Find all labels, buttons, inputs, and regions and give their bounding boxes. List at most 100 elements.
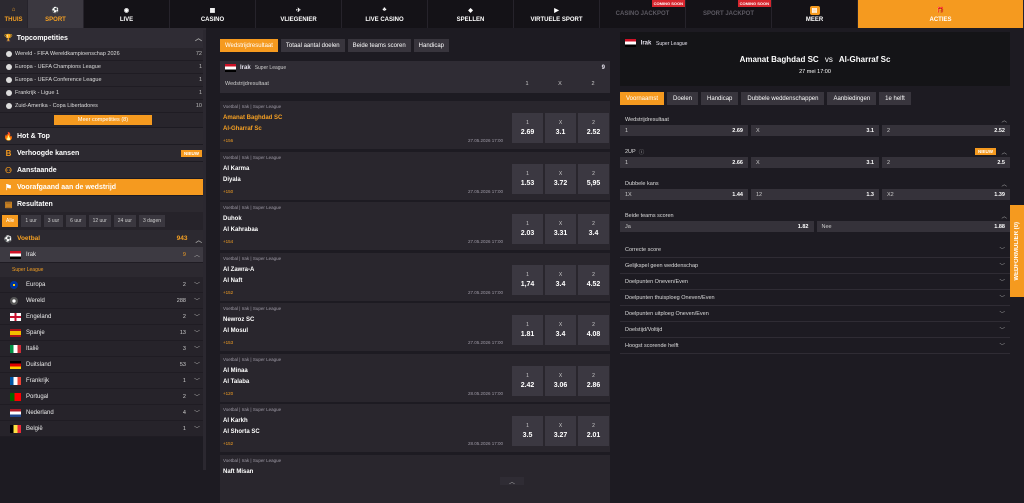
odds-button[interactable]: 2 2.52 <box>578 113 609 143</box>
country-item-world[interactable]: Wereld 288 ﹀ <box>0 293 206 309</box>
time-filter-button[interactable]: 3 dagen <box>138 215 166 227</box>
sidebar-link-0[interactable]: 🔥 Hot & Top <box>0 127 206 144</box>
top-competition-item[interactable]: Wereld - FIFA Wereldkampioenschap 2026 72 <box>0 48 206 61</box>
market-tab[interactable]: Wedstrijdresultaat <box>220 39 278 52</box>
market-odds-button[interactable]: X 3.1 <box>751 157 879 168</box>
match-row[interactable]: Voetbal | Irak | Super League Al Zawra-A A… <box>220 252 610 301</box>
odds-button[interactable]: 2 2.86 <box>578 365 609 396</box>
nav-meer[interactable]: ▤ MEER <box>772 0 858 28</box>
nav-vliegenier[interactable]: ✈ VLIEGENIER <box>256 0 342 28</box>
time-filter-button[interactable]: 3 uur <box>43 215 64 227</box>
more-markets-count[interactable]: +154 <box>223 239 233 244</box>
market-odds-button[interactable]: Ja 1.82 <box>620 221 814 232</box>
market-odds-button[interactable]: 2 2.52 <box>882 125 1010 136</box>
match-row[interactable]: Voetbal | Irak | Super League Duhok Al Kah… <box>220 202 610 250</box>
odds-button[interactable]: 2 5,95 <box>578 163 609 194</box>
market-odds-button[interactable]: 1X 1.44 <box>620 189 748 200</box>
collapsed-market[interactable]: Doelstijd/Voltijd ﹀ <box>620 323 1010 338</box>
nav-live[interactable]: ◉ LIVE <box>84 0 170 28</box>
more-markets-count[interactable]: +152 <box>223 441 233 446</box>
scroll-up-button[interactable]: ︿ <box>500 477 524 486</box>
odds-button[interactable]: X 3.27 <box>545 416 576 446</box>
match-row[interactable]: Voetbal | Irak | Super League Naft Misan <box>220 454 610 503</box>
nav-thuis[interactable]: ⌂ THUIS <box>0 0 28 28</box>
odds-button[interactable]: 1 2.69 <box>512 113 543 143</box>
country-item-es[interactable]: Spanje 13 ﹀ <box>0 325 206 341</box>
market-header[interactable]: 2UP ⓘ NIEUW ︿ <box>620 146 1010 157</box>
odds-button[interactable]: 1 1.81 <box>512 315 543 345</box>
market-header[interactable]: Wedstrijdresultaat ︿ <box>620 114 1010 125</box>
sport-football[interactable]: ⚽ Voetbal 943 ︿ <box>0 230 206 247</box>
market-tab[interactable]: Beide teams scoren <box>347 39 411 52</box>
nav-spellen[interactable]: ◆ SPELLEN <box>428 0 514 28</box>
country-item-pt[interactable]: Portugal 2 ﹀ <box>0 389 206 405</box>
odds-button[interactable]: 1 2.42 <box>512 365 543 396</box>
collapsed-market[interactable]: Correcte score ﹀ <box>620 243 1010 258</box>
odds-button[interactable]: X 3.4 <box>545 315 576 345</box>
odds-button[interactable]: 1 3.5 <box>512 416 543 446</box>
nav-sport-jackpot[interactable]: SPORT JACKPOT COMING SOON <box>686 0 772 28</box>
top-competition-item[interactable]: Zuid-Amerika - Copa Libertadores 10 <box>0 100 206 113</box>
market-odds-button[interactable]: X2 1.39 <box>882 189 1010 200</box>
odds-button[interactable]: 2 4.08 <box>578 315 609 345</box>
betslip-tab[interactable]: WEDFORMULIER (0) <box>1010 205 1024 297</box>
info-icon[interactable]: ⓘ <box>639 148 645 156</box>
sidebar-scrollbar[interactable] <box>203 30 206 470</box>
odds-button[interactable]: 2 4.52 <box>578 264 609 295</box>
more-competitions-button[interactable]: Meer competities (8) <box>53 115 153 125</box>
collapsed-market[interactable]: Gelijkspel geen weddenschap ﹀ <box>620 259 1010 274</box>
top-competitions-header[interactable]: 🏆 Topcompetities ︿ <box>0 28 206 48</box>
country-item-be[interactable]: België 1 ﹀ <box>0 421 206 437</box>
market-odds-button[interactable]: 12 1.3 <box>751 189 879 200</box>
collapsed-market[interactable]: Doelpunten thuisploeg Oneven/Even ﹀ <box>620 291 1010 306</box>
match-row[interactable]: Voetbal | Irak | Super League Amanat Bagh… <box>220 101 610 149</box>
odds-button[interactable]: X 3.06 <box>545 365 576 396</box>
match-row[interactable]: Voetbal | Irak | Super League Al Karkh Al … <box>220 404 610 452</box>
market-header[interactable]: Beide teams scoren ︿ <box>620 210 1010 221</box>
market-tab[interactable]: Totaal aantal doelen <box>280 39 345 52</box>
nav-virtuele-sport[interactable]: ▶ VIRTUELE SPORT <box>514 0 600 28</box>
collapsed-market[interactable]: Doelpunten uitploeg Oneven/Even ﹀ <box>620 307 1010 322</box>
event-market-tab[interactable]: Handicap <box>701 92 739 105</box>
more-markets-count[interactable]: +156 <box>223 138 233 143</box>
event-market-tab[interactable]: Aanbiedingen <box>827 92 877 105</box>
nav-casino[interactable]: ▦ CASINO <box>170 0 256 28</box>
event-market-tab[interactable]: 1e helft <box>879 92 911 105</box>
market-odds-button[interactable]: Nee 1.88 <box>816 221 1010 232</box>
odds-button[interactable]: 1 1,74 <box>512 264 543 295</box>
odds-button[interactable]: X 3.72 <box>545 163 576 194</box>
time-filter-button[interactable]: 6 uur <box>66 215 86 227</box>
time-filter-button[interactable]: 24 uur <box>113 215 136 227</box>
sidebar-link-3[interactable]: ⚑ Voorafgaand aan de wedstrijd <box>0 178 206 195</box>
collapsed-market[interactable]: Doelpunten Oneven/Even ﹀ <box>620 275 1010 290</box>
time-filter-button[interactable]: 1 uur <box>21 215 41 227</box>
nav-casino-jackpot[interactable]: CASINO JACKPOT COMING SOON <box>600 0 686 28</box>
sub-league-item[interactable]: Super League <box>0 263 206 277</box>
top-competition-item[interactable]: Europa - UEFA Conference League 1 <box>0 74 206 87</box>
event-market-tab[interactable]: Doelen <box>667 92 699 105</box>
sidebar-link-1[interactable]: B Verhoogde kansen NIEUW <box>0 144 206 161</box>
odds-button[interactable]: X 3.4 <box>545 264 576 295</box>
odds-button[interactable]: 1 1.53 <box>512 163 543 194</box>
top-competition-item[interactable]: Frankrijk - Ligue 1 1 <box>0 87 206 100</box>
country-item-de[interactable]: Duitsland 53 ﹀ <box>0 357 206 373</box>
country-item-eu[interactable]: Europa 2 ﹀ <box>0 277 206 293</box>
sidebar-link-2[interactable]: ⚇ Aanstaande <box>0 161 206 178</box>
nav-acties[interactable]: 🎁 ACTIES <box>858 0 1024 28</box>
market-odds-button[interactable]: 1 2.69 <box>620 125 748 136</box>
country-item-fr[interactable]: Frankrijk 1 ﹀ <box>0 373 206 389</box>
time-filter-button[interactable]: Alle <box>2 215 19 227</box>
country-item-en[interactable]: Engeland 2 ﹀ <box>0 309 206 325</box>
sidebar-link-4[interactable]: ▤ Resultaten <box>0 195 206 212</box>
market-tab[interactable]: Handicap <box>413 39 450 52</box>
event-market-tab[interactable]: Dubbele weddenschappen <box>741 92 825 105</box>
event-market-tab[interactable]: Voornaamst <box>620 92 665 105</box>
time-filter-button[interactable]: 12 uur <box>88 215 111 227</box>
country-item-it[interactable]: Italië 3 ﹀ <box>0 341 206 357</box>
odds-button[interactable]: 2 2.01 <box>578 416 609 446</box>
more-markets-count[interactable]: +120 <box>223 391 233 396</box>
nav-live-casino[interactable]: ♣ LIVE CASINO <box>342 0 428 28</box>
nav-sport[interactable]: ⚽ SPORT <box>28 0 84 28</box>
market-odds-button[interactable]: 2 2.5 <box>882 157 1010 168</box>
market-header[interactable]: Dubbele kans ︿ <box>620 178 1010 189</box>
